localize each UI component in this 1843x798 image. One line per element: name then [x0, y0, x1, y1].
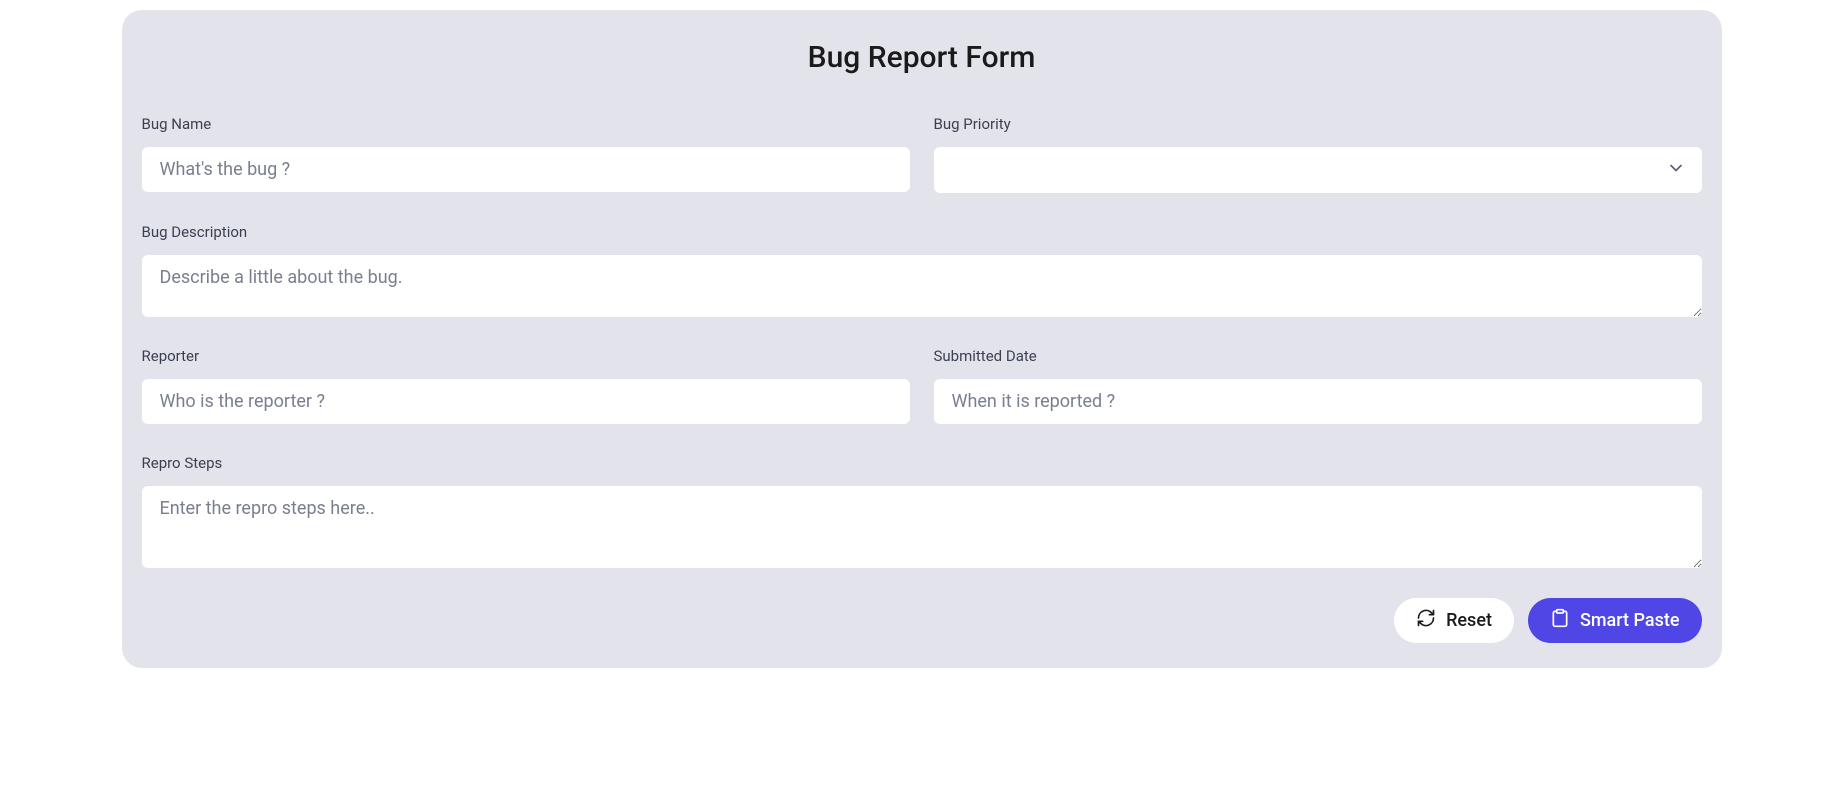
field-reporter: Reporter — [142, 347, 910, 424]
clipboard-icon — [1550, 608, 1570, 633]
reset-button[interactable]: Reset — [1394, 598, 1514, 643]
field-bug-priority: Bug Priority — [934, 115, 1702, 193]
submitted-date-input[interactable] — [934, 379, 1702, 424]
field-repro-steps: Repro Steps — [142, 454, 1702, 568]
bug-priority-select[interactable] — [934, 147, 1702, 193]
form-row-2: Reporter Submitted Date — [142, 347, 1702, 424]
reporter-input[interactable] — [142, 379, 910, 424]
bug-description-label: Bug Description — [142, 223, 1702, 241]
smart-paste-button-label: Smart Paste — [1580, 610, 1680, 631]
bug-report-form: Bug Report Form Bug Name Bug Priority Bu… — [122, 10, 1722, 668]
button-row: Reset Smart Paste — [142, 598, 1702, 643]
field-bug-description: Bug Description — [142, 223, 1702, 317]
smart-paste-button[interactable]: Smart Paste — [1528, 598, 1702, 643]
bug-priority-select-wrapper — [934, 147, 1702, 193]
reporter-label: Reporter — [142, 347, 910, 365]
bug-description-textarea[interactable] — [142, 255, 1702, 317]
bug-priority-label: Bug Priority — [934, 115, 1702, 133]
repro-steps-label: Repro Steps — [142, 454, 1702, 472]
bug-name-input[interactable] — [142, 147, 910, 192]
form-row-1: Bug Name Bug Priority — [142, 115, 1702, 193]
field-submitted-date: Submitted Date — [934, 347, 1702, 424]
reset-button-label: Reset — [1446, 610, 1492, 631]
form-title: Bug Report Form — [142, 40, 1702, 75]
refresh-icon — [1416, 608, 1436, 633]
repro-steps-textarea[interactable] — [142, 486, 1702, 568]
field-bug-name: Bug Name — [142, 115, 910, 193]
bug-name-label: Bug Name — [142, 115, 910, 133]
submitted-date-label: Submitted Date — [934, 347, 1702, 365]
